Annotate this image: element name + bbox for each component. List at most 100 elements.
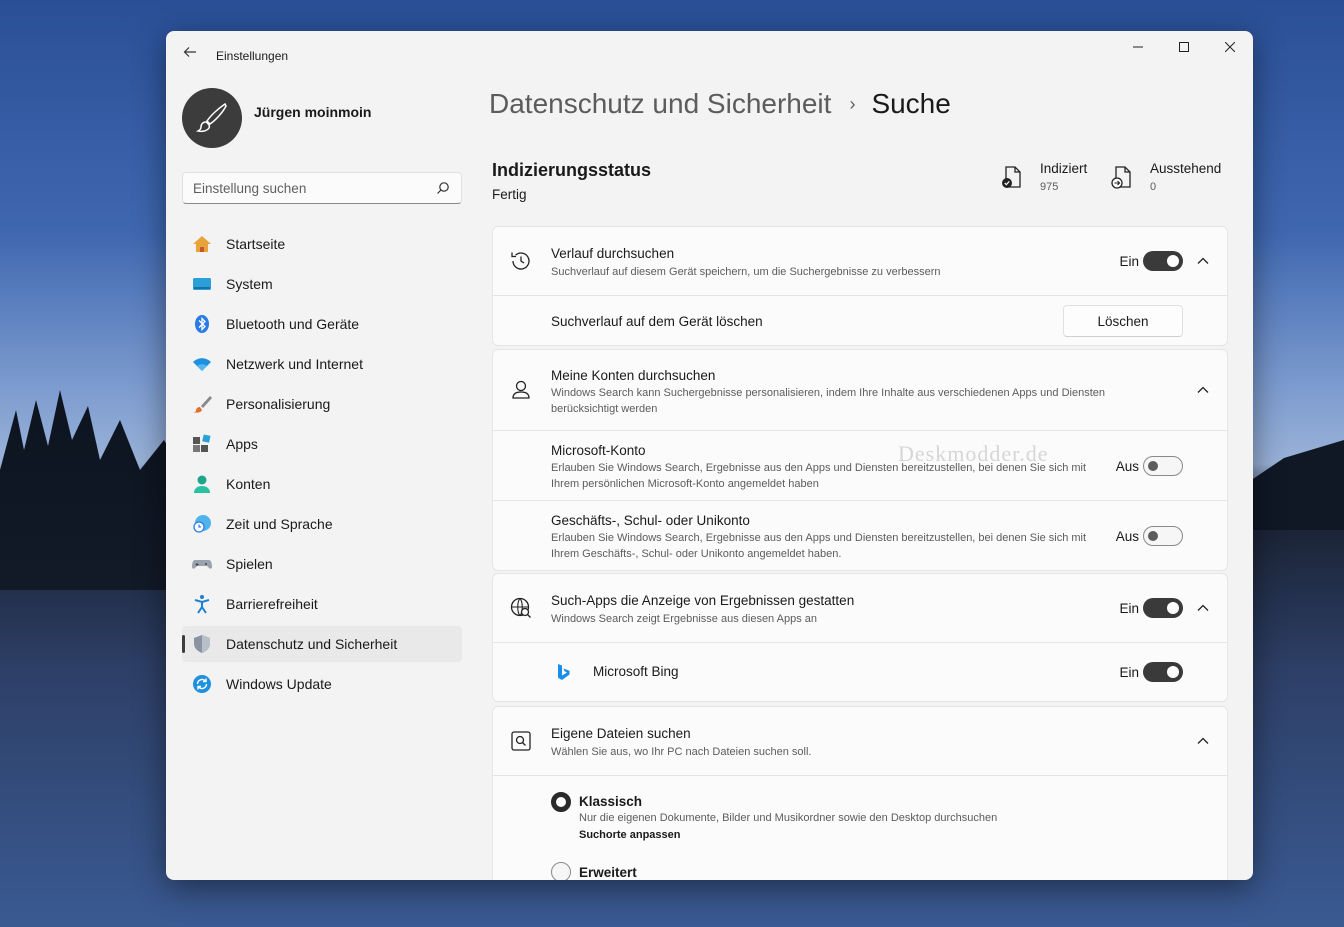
sidebar-item-barrierefreiheit[interactable]: Barrierefreiheit	[182, 586, 462, 622]
brush-icon	[193, 396, 212, 413]
search-apps-desc: Windows Search zeigt Ergebnisse aus dies…	[551, 613, 817, 625]
microsoft-account-desc: Erlauben Sie Windows Search, Ergebnisse …	[551, 462, 1087, 490]
sidebar-item-label: Windows Update	[226, 676, 332, 692]
pending-label: Ausstehend	[1150, 161, 1222, 176]
history-clock-icon	[511, 252, 530, 270]
sidebar-item-label: Apps	[226, 436, 258, 452]
globe-search-icon	[510, 597, 531, 618]
sidebar-item-label: Startseite	[226, 236, 286, 252]
bluetooth-icon	[195, 315, 209, 333]
sidebar-item-spielen[interactable]: Spielen	[182, 546, 462, 582]
sidebar-item-label: Bluetooth und Geräte	[226, 316, 360, 332]
wifi-icon	[193, 358, 211, 371]
user-name: Jürgen moinmoin	[254, 104, 372, 120]
classic-desc: Nur die eigenen Dokumente, Bilder und Mu…	[579, 812, 998, 824]
bing-state: Ein	[1119, 665, 1139, 680]
back-arrow-icon	[183, 47, 196, 57]
work-account-row: Geschäfts-, Schul- oder Unikonto Erlaube…	[493, 500, 1227, 570]
settings-search[interactable]	[182, 172, 462, 204]
work-account-state: Aus	[1115, 529, 1139, 544]
history-toggle[interactable]	[1143, 251, 1183, 271]
sidebar-item-konten[interactable]: Konten	[182, 466, 462, 502]
work-account-title: Geschäfts-, Schul- oder Unikonto	[551, 513, 750, 528]
sidebar-item-label: Personalisierung	[226, 396, 331, 412]
sidebar-item-system[interactable]: System	[182, 266, 462, 302]
app-title: Einstellungen	[216, 49, 289, 63]
chevron-up-icon[interactable]	[1195, 382, 1211, 398]
system-icon	[193, 278, 211, 290]
sidebar-item-windows-update[interactable]: Windows Update	[182, 666, 462, 702]
sidebar-item-label: Datenschutz und Sicherheit	[226, 636, 398, 652]
accounts-card: Meine Konten durchsuchen Windows Search …	[492, 349, 1228, 571]
history-header-row[interactable]: Verlauf durchsuchen Suchverlauf auf dies…	[493, 227, 1227, 295]
classic-radio[interactable]	[551, 792, 571, 812]
indexed-count: 975	[1040, 181, 1059, 193]
history-card: Verlauf durchsuchen Suchverlauf auf dies…	[492, 226, 1228, 346]
home-icon	[193, 236, 211, 252]
customize-locations-link[interactable]: Suchorte anpassen	[579, 829, 680, 841]
indexing-status-value: Fertig	[492, 187, 527, 202]
history-title: Verlauf durchsuchen	[551, 246, 675, 261]
time-language-icon	[193, 515, 211, 533]
search-icon[interactable]	[436, 181, 450, 195]
sidebar-item-label: Zeit und Sprache	[226, 516, 333, 532]
shield-icon	[194, 635, 210, 653]
accounts-header-row[interactable]: Meine Konten durchsuchen Windows Search …	[493, 350, 1227, 430]
indexed-document-icon	[1002, 166, 1021, 188]
microsoft-account-state: Aus	[1115, 459, 1139, 474]
microsoft-account-title: Microsoft-Konto	[551, 443, 646, 458]
search-apps-card: Such-Apps die Anzeige von Ergebnissen ge…	[492, 573, 1228, 702]
bing-toggle[interactable]	[1143, 662, 1183, 682]
back-button[interactable]	[180, 45, 200, 65]
search-apps-title: Such-Apps die Anzeige von Ergebnissen ge…	[551, 593, 855, 608]
chevron-up-icon[interactable]	[1195, 253, 1211, 269]
apps-icon	[193, 434, 211, 452]
gamepad-icon	[192, 560, 212, 569]
sidebar-item-zeit-sprache[interactable]: Zeit und Sprache	[182, 506, 462, 542]
settings-window: Einstellungen Jürgen moinmoin Startseite…	[166, 31, 1253, 880]
bing-label: Microsoft Bing	[593, 664, 679, 679]
search-apps-state: Ein	[1119, 601, 1139, 616]
sidebar-item-label: Konten	[226, 476, 271, 492]
history-state: Ein	[1119, 254, 1139, 269]
file-search-icon	[511, 731, 531, 751]
breadcrumb-parent[interactable]: Datenschutz und Sicherheit	[489, 88, 831, 120]
clear-history-row: Suchverlauf auf dem Gerät löschen Lösche…	[493, 295, 1227, 345]
sidebar-item-bluetooth[interactable]: Bluetooth und Geräte	[182, 306, 462, 342]
search-apps-header-row[interactable]: Such-Apps die Anzeige von Ergebnissen ge…	[493, 574, 1227, 642]
user-avatar[interactable]	[182, 88, 242, 148]
indexing-status-title: Indizierungsstatus	[492, 160, 652, 180]
work-account-toggle[interactable]	[1143, 526, 1183, 546]
sidebar-nav: Startseite System Bluetooth und Geräte N…	[182, 226, 462, 706]
person-icon	[512, 380, 530, 399]
accounts-icon	[194, 475, 210, 493]
files-options-row: Klassisch Nur die eigenen Dokumente, Bil…	[493, 775, 1227, 880]
sidebar-item-apps[interactable]: Apps	[182, 426, 462, 462]
clear-history-label: Suchverlauf auf dem Gerät löschen	[551, 314, 763, 329]
accessibility-icon	[194, 595, 210, 614]
microsoft-account-row: Microsoft-Konto Erlauben Sie Windows Sea…	[493, 430, 1227, 500]
files-title: Eigene Dateien suchen	[551, 726, 691, 741]
sidebar-item-startseite[interactable]: Startseite	[182, 226, 462, 262]
enhanced-title[interactable]: Erweitert	[579, 865, 637, 880]
chevron-up-icon[interactable]	[1195, 600, 1211, 616]
chevron-up-icon[interactable]	[1195, 733, 1211, 749]
sidebar-item-personalisierung[interactable]: Personalisierung	[182, 386, 462, 422]
search-apps-toggle[interactable]	[1143, 598, 1183, 618]
enhanced-radio[interactable]	[551, 862, 571, 880]
accounts-desc: Windows Search kann Suchergebnisse perso…	[551, 387, 1106, 415]
files-header-row[interactable]: Eigene Dateien suchen Wählen Sie aus, wo…	[493, 707, 1227, 775]
sidebar-item-netzwerk[interactable]: Netzwerk und Internet	[182, 346, 462, 382]
pending-count: 0	[1150, 181, 1157, 193]
classic-title[interactable]: Klassisch	[579, 794, 642, 809]
sidebar-item-label: System	[226, 276, 273, 292]
files-desc: Wählen Sie aus, wo Ihr PC nach Dateien s…	[551, 746, 812, 758]
main-content: Datenschutz und Sicherheit › Suche Indiz…	[488, 31, 1253, 880]
clear-history-button[interactable]: Löschen	[1063, 305, 1183, 337]
sidebar-item-datenschutz[interactable]: Datenschutz und Sicherheit	[182, 626, 462, 662]
paintbrush-avatar-icon	[195, 102, 227, 133]
settings-search-input[interactable]	[183, 173, 423, 203]
update-icon	[193, 675, 211, 693]
breadcrumb-separator: ›	[849, 93, 856, 114]
microsoft-account-toggle[interactable]	[1143, 456, 1183, 476]
